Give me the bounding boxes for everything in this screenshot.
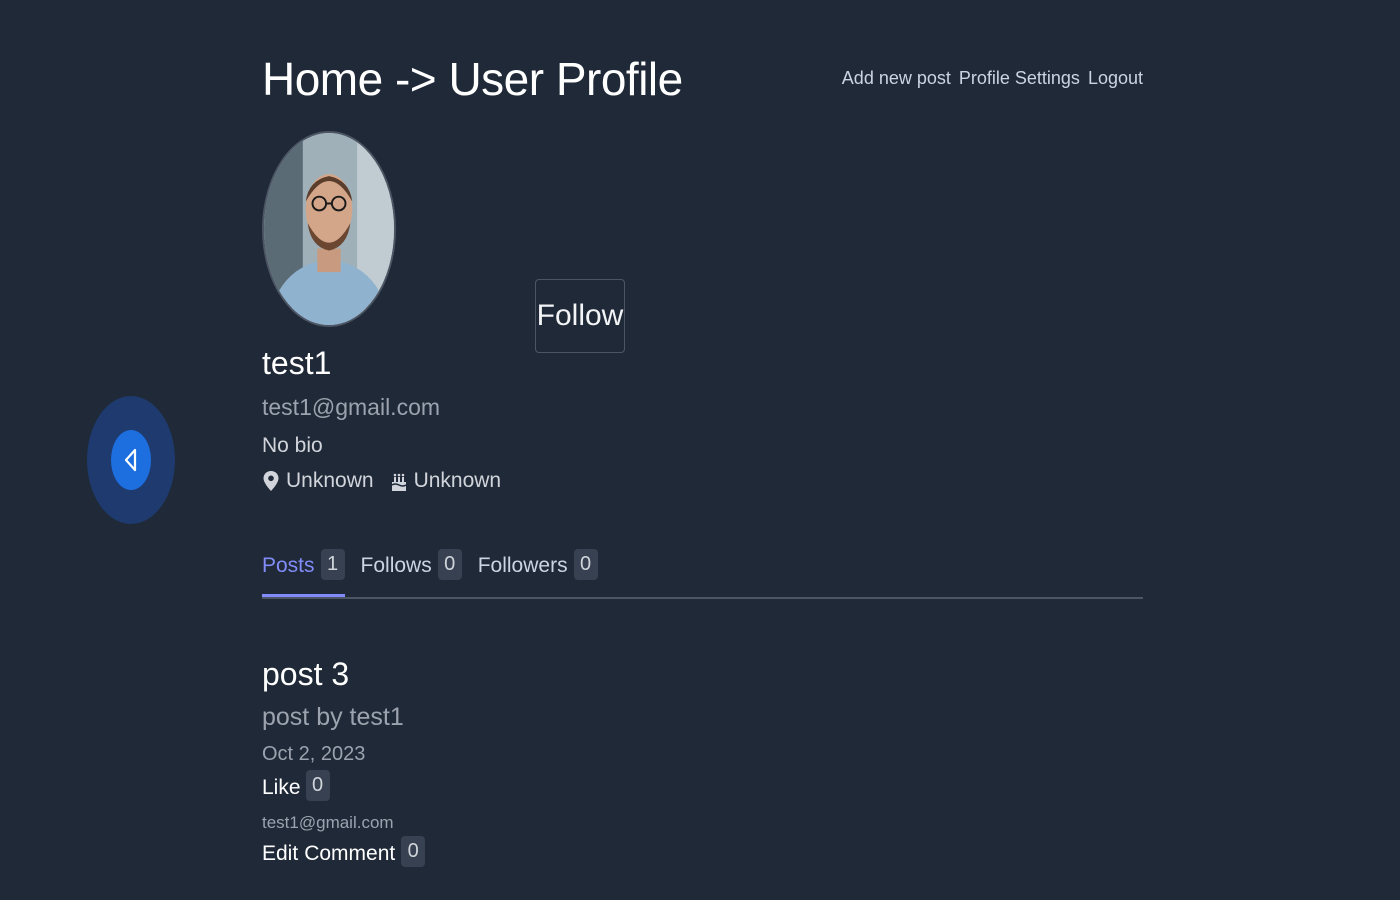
location-text: Unknown: [286, 469, 374, 492]
tab-label: Posts: [262, 554, 315, 577]
logout-link[interactable]: Logout: [1088, 68, 1143, 89]
tab-follows[interactable]: Follows 0: [361, 548, 462, 597]
top-nav: Add new post Profile Settings Logout: [842, 68, 1143, 89]
profile-location: Unknown: [262, 469, 374, 493]
tab-label: Follows: [360, 554, 432, 577]
tab-count-badge: 1: [320, 549, 345, 580]
profile-tabs: Posts 1 Follows 0 Followers 0: [262, 548, 1143, 599]
profile-username: test1: [262, 345, 332, 381]
tab-count-badge: 0: [437, 549, 462, 580]
post-date: Oct 2, 2023: [262, 743, 366, 765]
tab-label: Followers: [477, 554, 568, 577]
cake-icon: [391, 473, 406, 491]
like-button[interactable]: Like: [262, 776, 301, 800]
tab-posts[interactable]: Posts 1: [262, 548, 345, 597]
profile-email: test1@gmail.com: [262, 394, 441, 420]
avatar-photo: [264, 133, 394, 325]
like-row: Like 0: [262, 770, 330, 801]
like-count-badge: 0: [305, 770, 330, 801]
back-button[interactable]: [87, 396, 175, 524]
edit-button[interactable]: Edit: [262, 842, 298, 866]
birthday-text: Unknown: [413, 469, 502, 492]
post-actions: Edit Comment 0: [262, 836, 426, 867]
profile-settings-link[interactable]: Profile Settings: [959, 68, 1080, 89]
page-title: Home -> User Profile: [262, 53, 683, 105]
map-pin-icon: [263, 471, 279, 491]
add-new-post-link[interactable]: Add new post: [842, 68, 951, 89]
profile-birthday: Unknown: [390, 469, 502, 493]
post-author-email: test1@gmail.com: [262, 813, 394, 832]
back-button-inner: [111, 430, 151, 490]
post-title[interactable]: post 3: [262, 656, 349, 693]
profile-meta: Unknown Unknown: [262, 469, 501, 493]
tab-followers[interactable]: Followers 0: [478, 548, 598, 597]
follow-button[interactable]: Follow: [535, 279, 625, 353]
comment-button[interactable]: Comment: [304, 842, 395, 866]
chevron-left-icon: [124, 448, 137, 472]
profile-bio: No bio: [262, 434, 323, 457]
avatar: [262, 131, 396, 327]
comment-count-badge: 0: [401, 836, 426, 867]
user-profile-page: Home -> User Profile Add new post Profil…: [0, 0, 1400, 900]
tab-count-badge: 0: [573, 549, 598, 580]
post-body: post by test1: [262, 703, 404, 731]
